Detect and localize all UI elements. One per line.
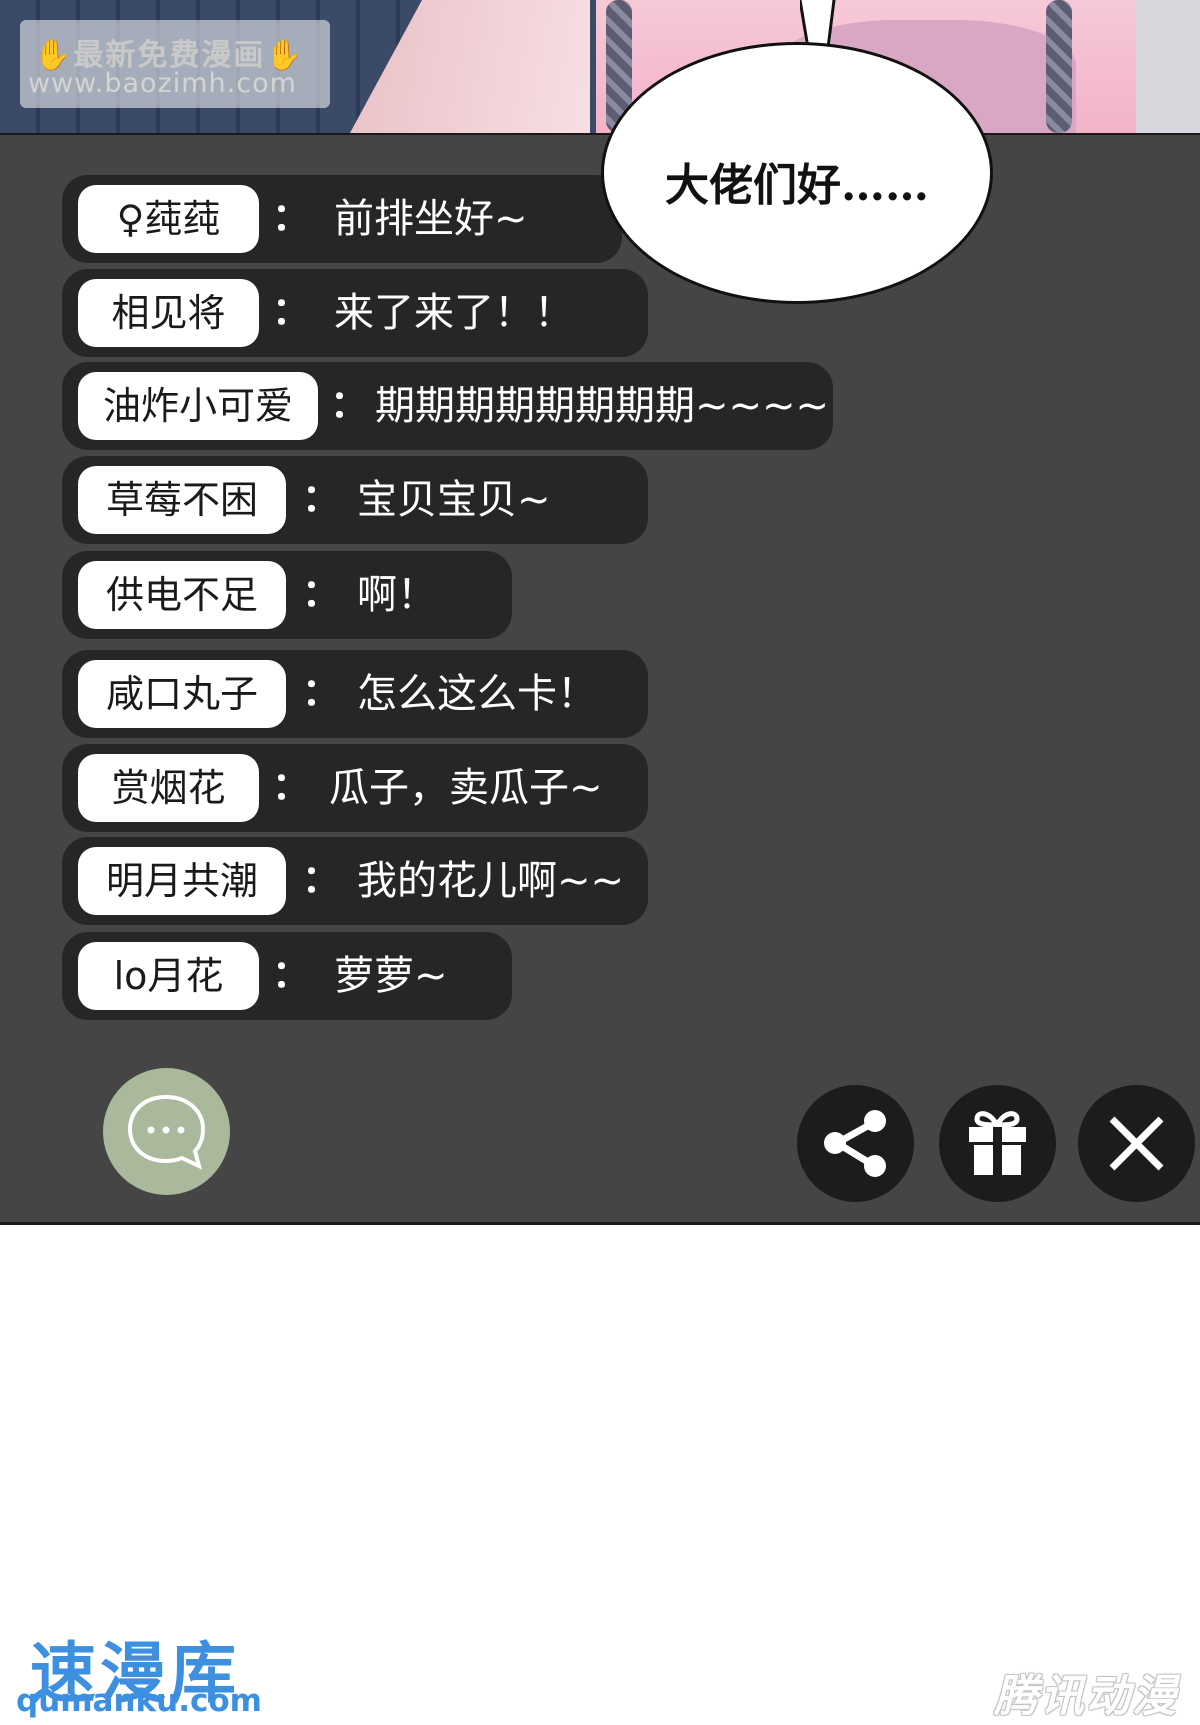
speech-bubble-text: 大佬们好…… <box>665 160 929 211</box>
chat-message-text: 瓜子，卖瓜子~ <box>329 765 603 811</box>
share-button[interactable] <box>797 1085 914 1202</box>
chat-username-badge[interactable]: 供电不足 <box>78 561 286 629</box>
chat-username-badge[interactable]: 明月共潮 <box>78 847 286 915</box>
chat-message-text: 我的花儿啊~~ <box>357 858 625 904</box>
chat-message-row: 咸口丸子 ： 怎么这么卡！ <box>62 650 648 738</box>
chat-separator: ： <box>302 670 341 714</box>
chat-message-row: ♀莼莼 ： 前排坐好~ <box>62 175 622 263</box>
speech-bubble-ellipsis-icon <box>127 1094 206 1170</box>
chat-message-text: 来了来了！！ <box>334 290 574 336</box>
chat-message-text: 啊！ <box>357 572 437 618</box>
live-stream-panel: ♀莼莼 ： 前排坐好~ 相见将 ： 来了来了！！ 油炸小可爱 ： 期期期期期期期… <box>0 133 1200 1225</box>
gift-icon <box>969 1111 1026 1175</box>
chat-username-badge[interactable]: lo月花 <box>78 942 259 1010</box>
chat-message-text: 宝贝宝贝~ <box>357 477 551 523</box>
chat-separator: ： <box>302 476 341 520</box>
chat-separator: ： <box>302 571 341 615</box>
chat-message-row: 相见将 ： 来了来了！！ <box>62 269 648 357</box>
site-watermark-url: qumanku.com <box>16 1683 262 1719</box>
share-icon <box>824 1110 886 1177</box>
gift-button[interactable] <box>939 1085 1056 1202</box>
chat-username-badge[interactable]: 咸口丸子 <box>78 660 286 728</box>
chat-username-badge[interactable]: 草莓不困 <box>78 466 286 534</box>
chat-separator: ： <box>272 764 311 808</box>
speech-bubble: 大佬们好…… <box>601 42 993 304</box>
chat-message-row: 草莓不困 ： 宝贝宝贝~ <box>62 456 648 544</box>
close-button[interactable] <box>1078 1085 1195 1202</box>
chat-message-text: 前排坐好~ <box>334 196 528 242</box>
baozi-watermark-url: www.baozimh.com <box>28 68 297 99</box>
chat-username-badge[interactable]: 相见将 <box>78 279 259 347</box>
chat-message-row: 明月共潮 ： 我的花儿啊~~ <box>62 837 648 925</box>
chat-message-row: 赏烟花 ： 瓜子，卖瓜子~ <box>62 744 648 832</box>
chat-separator: ： <box>272 289 311 333</box>
chat-username-badge[interactable]: 油炸小可爱 <box>78 372 318 440</box>
comic-artwork-strip: ✋最新免费漫画✋ www.baozimh.com <box>0 0 1200 133</box>
chat-username-badge[interactable]: ♀莼莼 <box>78 185 259 253</box>
publisher-watermark: 腾讯动漫 <box>994 1671 1178 1722</box>
baozi-watermark: ✋最新免费漫画✋ www.baozimh.com <box>20 20 330 108</box>
artwork-braid-right <box>1046 0 1072 133</box>
chat-separator: ： <box>330 382 369 426</box>
chat-message-row: 供电不足 ： 啊！ <box>62 551 512 639</box>
chat-username-badge[interactable]: 赏烟花 <box>78 754 259 822</box>
close-icon <box>1109 1116 1164 1171</box>
chat-message-text: 期期期期期期期期~~~~ <box>375 383 830 429</box>
artwork-background <box>1136 0 1200 133</box>
chat-separator: ： <box>272 195 311 239</box>
chat-separator: ： <box>302 857 341 901</box>
chat-message-text: 萝萝~ <box>334 953 448 999</box>
chat-message-text: 怎么这么卡！ <box>357 671 597 717</box>
chat-message-row: 油炸小可爱 ： 期期期期期期期期~~~~ <box>62 362 833 450</box>
chat-separator: ： <box>272 952 311 996</box>
chat-message-row: lo月花 ： 萝萝~ <box>62 932 512 1020</box>
artwork-arm <box>350 0 590 133</box>
chat-button[interactable] <box>103 1068 230 1195</box>
